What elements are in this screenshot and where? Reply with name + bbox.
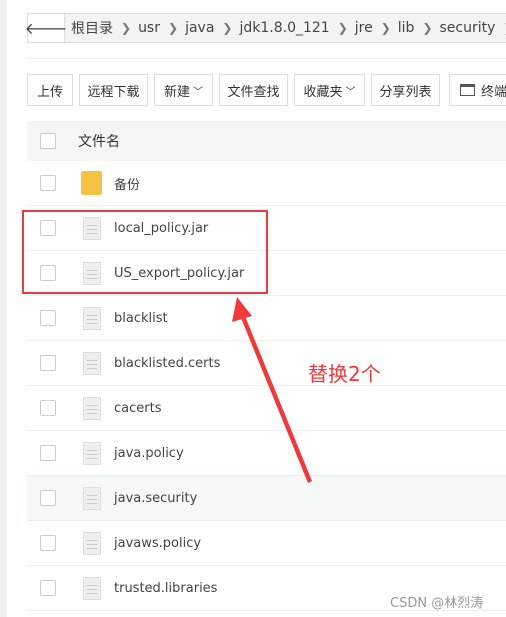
annotation-text: 替换2个 xyxy=(308,362,381,386)
annotation-arrow xyxy=(232,297,312,483)
arrow-shaft xyxy=(241,316,312,483)
watermark: CSDN @林烈涛 xyxy=(390,596,484,611)
arrow-head xyxy=(232,297,252,322)
